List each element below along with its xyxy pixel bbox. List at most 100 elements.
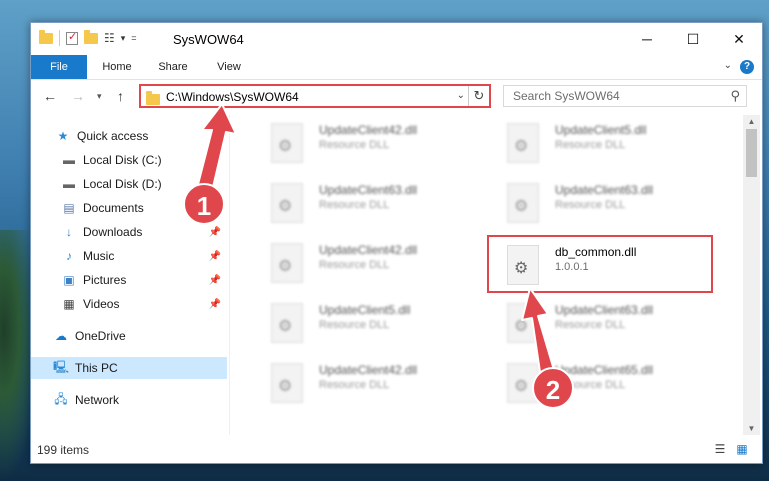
file-description: Resource DLL [319, 139, 390, 151]
sidebar-item-label: Network [75, 393, 120, 407]
pin-icon[interactable]: 📌 [209, 299, 221, 310]
sidebar-item[interactable]: ▦ Videos 📌 [31, 293, 227, 315]
scrollbar-thumb[interactable] [746, 129, 757, 177]
sidebar-item[interactable]: ▬ Local Disk (C:) [31, 149, 227, 171]
file-item[interactable]: UpdateClient63.dll Resource DLL [489, 177, 699, 231]
file-name: UpdateClient42.dll [319, 123, 418, 137]
close-button[interactable]: ✕ [716, 23, 762, 55]
file-item[interactable]: UpdateClient5.dll Resource DLL [489, 117, 699, 171]
toolbar-divider [59, 30, 60, 46]
sidebar-item-label: Videos [83, 297, 120, 311]
sidebar-item[interactable]: ▣ Pictures 📌 [31, 269, 227, 291]
file-item[interactable]: UpdateClient42.dll Resource DLL [253, 357, 463, 411]
address-bar[interactable]: C:\Windows\SysWOW64 ⌄ ↻ [139, 84, 491, 108]
search-input[interactable]: Search SysWOW64 ⚲ [503, 85, 747, 107]
search-icon[interactable]: ⚲ [730, 88, 740, 104]
sidebar-item[interactable]: 🖧 Network [31, 389, 227, 411]
back-arrow-icon[interactable]: ← [43, 88, 57, 104]
tab-home[interactable]: Home [91, 55, 143, 79]
ribbon-tabs: File Home Share View ⌄ ? [31, 55, 762, 80]
sidebar-item-label: Documents [83, 201, 144, 215]
download-icon: ↓ [66, 225, 72, 239]
step-2-badge: 2 [532, 367, 574, 409]
navigation-pane: ★ Quick access ▬ Local Disk (C:) ▬ Local Disk… [31, 115, 229, 435]
scroll-down-icon[interactable]: ▼ [743, 424, 760, 433]
refresh-icon[interactable]: ↻ [468, 86, 489, 106]
step-1-badge: 1 [183, 183, 225, 225]
file-item[interactable]: UpdateClient63.dll Resource DLL [253, 177, 463, 231]
file-name: UpdateClient42.dll [319, 363, 418, 377]
music-icon: ♪ [66, 249, 72, 263]
navigation-bar: ← → ▾ ↑ C:\Windows\SysWOW64 ⌄ ↻ Search S… [31, 80, 762, 114]
large-icons-view-icon[interactable]: ▦ [735, 443, 749, 455]
recent-locations-icon[interactable]: ▾ [97, 91, 102, 102]
pane-divider [229, 115, 230, 435]
dll-file-icon [271, 363, 303, 403]
file-name: UpdateClient63.dll [319, 183, 418, 197]
file-name: UpdateClient63.dll [555, 183, 654, 197]
pin-icon[interactable]: 📌 [209, 251, 221, 262]
sidebar-item-label: Local Disk (D:) [83, 177, 162, 191]
dll-file-icon [507, 123, 539, 163]
file-description: Resource DLL [319, 199, 390, 211]
file-list: UpdateClient42.dllResource DLLUpdateClie… [231, 115, 743, 435]
dll-file-icon [271, 183, 303, 223]
qat-customize-icon[interactable]: = [131, 33, 136, 43]
file-name: UpdateClient5.dll [319, 303, 411, 317]
file-item[interactable]: UpdateClient42.dll Resource DLL [253, 237, 463, 291]
up-arrow-icon[interactable]: ↑ [117, 88, 124, 104]
maximize-button[interactable]: ☐ [670, 23, 716, 55]
file-name: UpdateClient42.dll [319, 243, 418, 257]
dll-file-icon [271, 123, 303, 163]
file-item[interactable]: UpdateClient5.dll Resource DLL [253, 297, 463, 351]
sidebar-item[interactable]: ☁ OneDrive [31, 325, 227, 347]
file-description: Resource DLL [555, 199, 626, 211]
forward-arrow-icon[interactable]: → [71, 88, 85, 104]
vertical-scrollbar[interactable]: ▲ ▼ [743, 115, 760, 435]
sidebar-item-label: Pictures [83, 273, 127, 287]
file-description: Resource DLL [319, 379, 390, 391]
scroll-up-icon[interactable]: ▲ [743, 117, 760, 126]
file-item[interactable]: UpdateClient65.dllResource DLL [489, 357, 699, 411]
drive-icon: ▬ [63, 153, 75, 167]
file-explorer-window: ☷ ▾ = SysWOW64 ─ ☐ ✕ File Home Share Vie… [30, 22, 763, 464]
tab-file[interactable]: File [31, 55, 87, 79]
new-folder-icon[interactable] [84, 29, 98, 44]
file-name: UpdateClient63.dll [555, 303, 654, 317]
tab-share[interactable]: Share [147, 55, 199, 79]
quick-access-toolbar: ☷ ▾ = [39, 29, 137, 46]
sidebar-item-label: Local Disk (C:) [83, 153, 162, 167]
file-description: Resource DLL [555, 139, 626, 151]
chevron-down-icon[interactable]: ▾ [121, 33, 126, 44]
file-name: UpdateClient5.dll [555, 123, 647, 137]
file-description: Resource DLL [319, 259, 390, 271]
network-icon: 🖧 [54, 391, 68, 406]
sidebar-item-label: Quick access [77, 129, 149, 143]
details-view-icon[interactable]: ☰ [713, 443, 727, 455]
sidebar-item[interactable]: ↓ Downloads 📌 [31, 221, 227, 243]
minimize-button[interactable]: ─ [624, 23, 670, 55]
properties-icon[interactable] [66, 30, 78, 45]
pictures-icon: ▣ [63, 273, 75, 287]
dll-file-icon [507, 303, 539, 343]
sidebar-item[interactable]: ♪ Music 📌 [31, 245, 227, 267]
chevron-down-icon[interactable]: ⌄ [457, 90, 465, 101]
customize-view-icon[interactable]: ☷ [104, 31, 115, 45]
sidebar-item[interactable]: ★ Quick access [31, 125, 227, 147]
pin-icon[interactable]: 📌 [209, 275, 221, 286]
cloud-icon: ☁ [55, 329, 67, 343]
sidebar-item-label: Music [83, 249, 115, 263]
expand-ribbon-icon[interactable]: ⌄ [724, 60, 732, 71]
item-count: 199 items [37, 443, 90, 457]
help-icon[interactable]: ? [740, 60, 754, 74]
file-description: Resource DLL [555, 319, 626, 331]
document-icon: ▤ [63, 201, 75, 215]
dll-file-icon [271, 303, 303, 343]
file-item[interactable]: UpdateClient42.dll Resource DLL [253, 117, 463, 171]
file-item[interactable]: UpdateClient63.dll Resource DLL [489, 297, 699, 351]
tab-view[interactable]: View [203, 55, 255, 79]
pin-icon[interactable]: 📌 [209, 227, 221, 238]
address-path[interactable]: C:\Windows\SysWOW64 [166, 90, 299, 104]
sidebar-item-label: Downloads [83, 225, 143, 239]
sidebar-item[interactable]: 🖳 This PC [31, 357, 227, 379]
